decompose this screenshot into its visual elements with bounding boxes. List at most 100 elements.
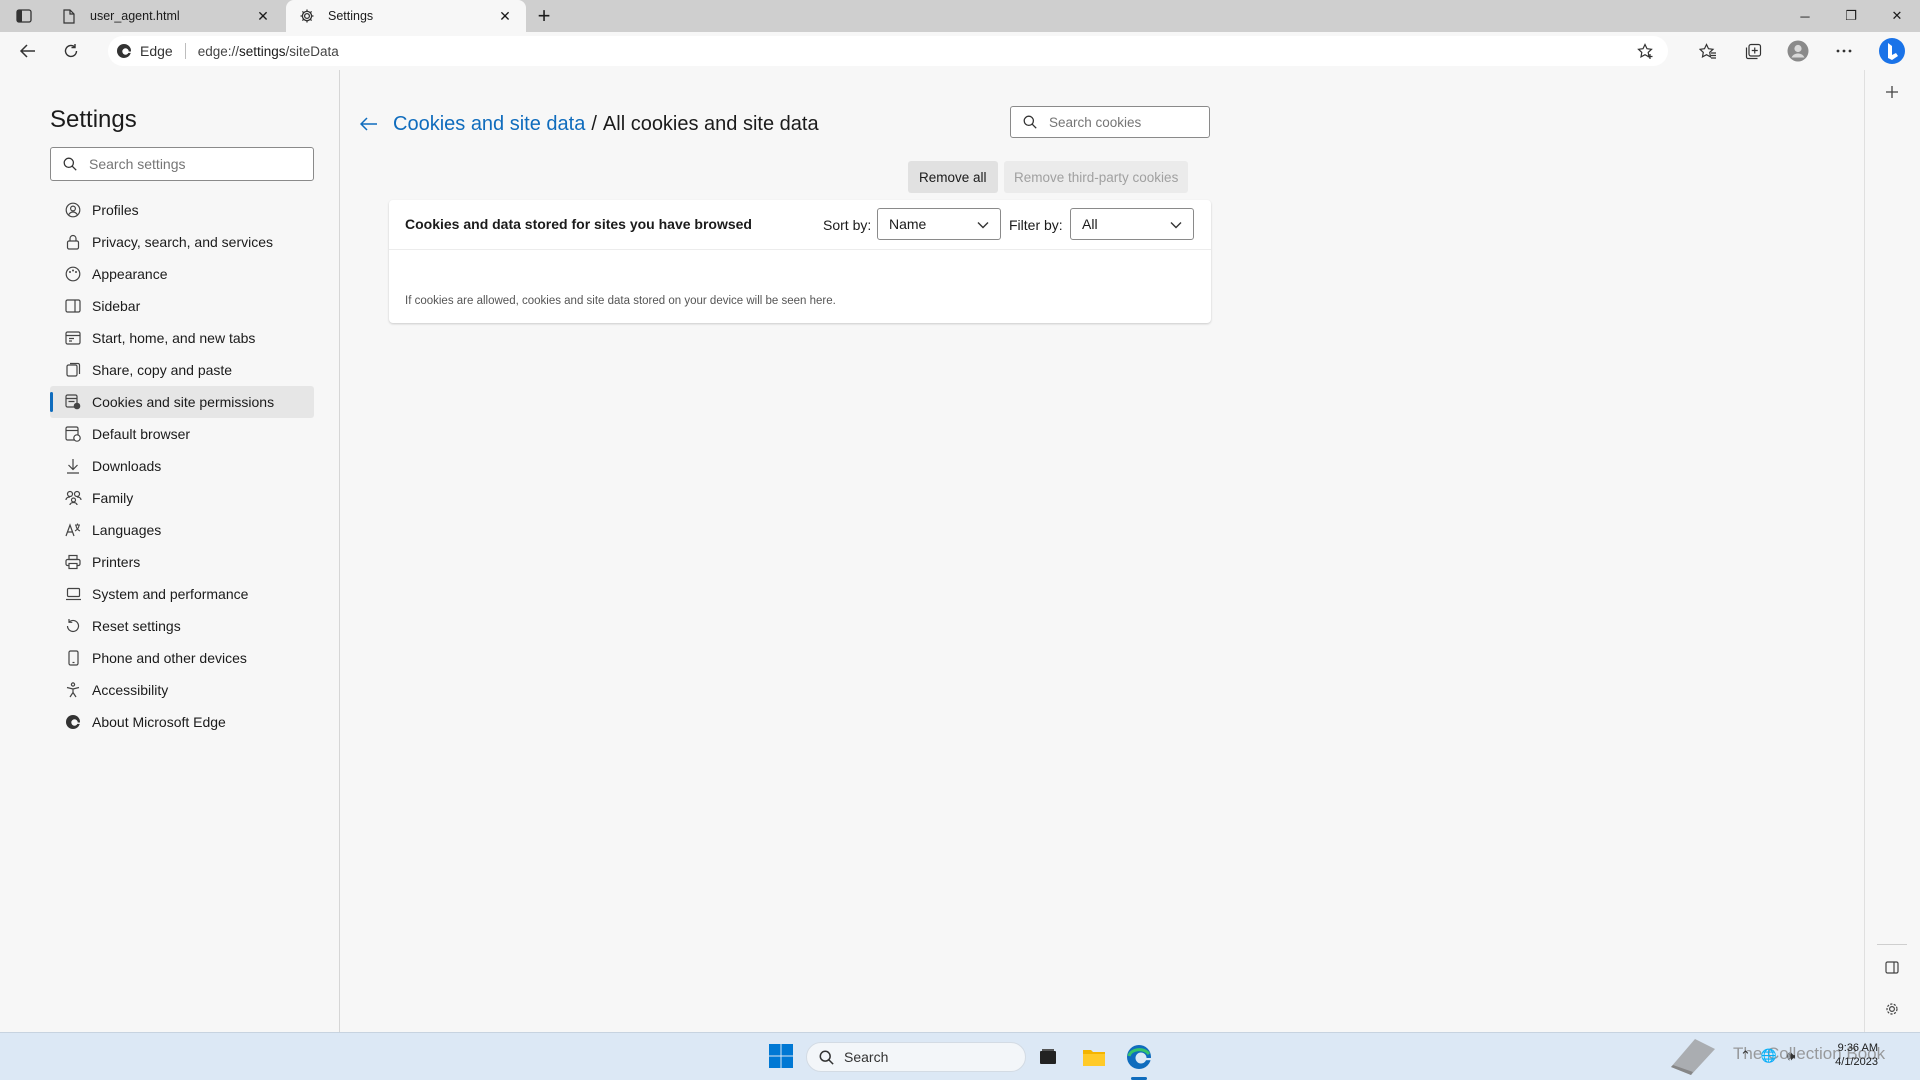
close-icon[interactable]: ✕ — [254, 7, 272, 25]
sidebar-item-start-home[interactable]: Start, home, and new tabs — [50, 322, 314, 354]
search-icon — [1023, 115, 1037, 129]
bing-chat-icon[interactable] — [1874, 36, 1910, 66]
breadcrumb-separator: / — [591, 112, 597, 135]
sidebar-divider — [1877, 944, 1907, 945]
restore-icon[interactable]: ❐ — [1828, 0, 1874, 32]
hide-sidebar-icon[interactable] — [1877, 952, 1907, 982]
sort-label: Sort by: — [823, 217, 872, 233]
sidebar-item-phone[interactable]: Phone and other devices — [50, 642, 314, 674]
refresh-icon[interactable] — [56, 37, 86, 65]
sort-dropdown[interactable]: Name — [877, 208, 1001, 240]
network-icon[interactable]: 🌐 — [1761, 1048, 1777, 1064]
cookies-card: Cookies and data stored for sites you ha… — [389, 200, 1211, 323]
sidebar-item-privacy[interactable]: Privacy, search, and services — [50, 226, 314, 258]
sort-value: Name — [889, 216, 927, 232]
volume-icon[interactable]: 🕪 — [1787, 1048, 1795, 1064]
chevron-up-icon[interactable]: ⌃ — [1740, 1048, 1751, 1064]
chevron-down-icon — [1170, 222, 1182, 229]
sidebar-item-family[interactable]: Family — [50, 482, 314, 514]
sidebar-item-label: Phone and other devices — [92, 650, 247, 666]
sidebar-item-reset[interactable]: Reset settings — [50, 610, 314, 642]
sidebar-item-cookies[interactable]: Cookies and site permissions — [50, 386, 314, 418]
taskbar-clock[interactable]: 9:36 AM 4/1/2023 — [1826, 1041, 1878, 1069]
sidebar-item-appearance[interactable]: Appearance — [50, 258, 314, 290]
sidebar-item-languages[interactable]: Languages — [50, 514, 314, 546]
sidebar-item-label: Privacy, search, and services — [92, 234, 274, 250]
sidebar-item-accessibility[interactable]: Accessibility — [50, 674, 314, 706]
back-icon[interactable] — [13, 37, 43, 65]
settings-nav-list: Profiles Privacy, search, and services A… — [50, 194, 314, 738]
new-tab-button[interactable]: + — [530, 3, 558, 28]
taskbar: Search — [0, 1032, 1920, 1080]
sidebar-item-about[interactable]: About Microsoft Edge — [50, 706, 314, 738]
filter-dropdown[interactable]: All — [1070, 208, 1194, 240]
minimize-icon[interactable]: ─ — [1782, 0, 1828, 32]
site-info[interactable]: Edge — [108, 43, 173, 59]
remove-all-button[interactable]: Remove all — [908, 161, 998, 193]
cookie-search-box[interactable] — [1010, 106, 1210, 138]
sidebar-item-share[interactable]: Share, copy and paste — [50, 354, 314, 386]
tab-actions-icon[interactable] — [10, 6, 38, 26]
file-explorer-icon[interactable] — [1079, 1042, 1109, 1072]
sidebar-item-printers[interactable]: Printers — [50, 546, 314, 578]
phone-icon — [64, 649, 82, 667]
search-icon — [819, 1050, 834, 1065]
breadcrumb-parent-link[interactable]: Cookies and site data — [393, 113, 585, 136]
address-bar[interactable]: Edge edge://settings/siteData — [108, 36, 1668, 66]
windows-start-icon[interactable] — [768, 1043, 796, 1071]
browser-toolbar: Edge edge://settings/siteData — [0, 32, 1920, 70]
cookie-search-input[interactable] — [1049, 114, 1199, 130]
file-icon — [60, 7, 78, 25]
close-icon[interactable]: ✕ — [496, 7, 514, 25]
sidebar-settings-icon[interactable] — [1877, 994, 1907, 1024]
browser-icon — [64, 425, 82, 443]
share-icon — [64, 361, 82, 379]
family-icon — [64, 489, 82, 507]
add-icon[interactable] — [1877, 77, 1907, 107]
empty-state-message: If cookies are allowed, cookies and site… — [405, 295, 836, 307]
tab-title: user_agent.html — [90, 9, 180, 23]
sidebar-item-label: Profiles — [92, 202, 139, 218]
edge-taskbar-icon[interactable] — [1124, 1042, 1154, 1072]
profile-avatar-icon[interactable] — [1783, 37, 1813, 65]
card-header: Cookies and data stored for sites you ha… — [389, 200, 1211, 250]
taskbar-search[interactable]: Search — [806, 1042, 1026, 1072]
task-view-icon[interactable] — [1033, 1042, 1063, 1072]
breadcrumb: Cookies and site data / All cookies and … — [357, 112, 819, 136]
back-arrow-icon[interactable] — [357, 112, 381, 136]
sidebar-item-label: Accessibility — [92, 682, 169, 698]
sidebar-item-default-browser[interactable]: Default browser — [50, 418, 314, 450]
remove-third-party-button[interactable]: Remove third-party cookies — [1004, 161, 1189, 193]
lock-icon — [64, 233, 82, 251]
sidebar-item-label: Downloads — [92, 458, 162, 474]
sidebar-item-label: Family — [92, 490, 134, 506]
card-title: Cookies and data stored for sites you ha… — [405, 216, 752, 232]
tab-user-agent[interactable]: user_agent.html ✕ — [48, 0, 284, 32]
close-window-icon[interactable]: ✕ — [1874, 0, 1920, 32]
sidebar-item-profiles[interactable]: Profiles — [50, 194, 314, 226]
search-icon — [63, 157, 77, 171]
edge-sidebar-panel — [1864, 70, 1920, 1032]
profile-icon — [64, 201, 82, 219]
tab-strip: user_agent.html ✕ Settings ✕ + ─ ❐ ✕ — [0, 0, 1920, 32]
favorites-icon[interactable] — [1693, 37, 1723, 65]
language-icon — [64, 521, 82, 539]
more-options-icon[interactable] — [1829, 37, 1859, 65]
sidebar-item-system[interactable]: System and performance — [50, 578, 314, 610]
sidebar-item-downloads[interactable]: Downloads — [50, 450, 314, 482]
home-icon — [64, 329, 82, 347]
url-text: edge://settings/siteData — [197, 43, 339, 59]
sidebar-item-sidebar[interactable]: Sidebar — [50, 290, 314, 322]
tab-settings[interactable]: Settings ✕ — [286, 0, 526, 32]
appearance-icon — [64, 265, 82, 283]
settings-search-input[interactable] — [89, 156, 289, 172]
add-favorite-icon[interactable] — [1634, 40, 1658, 62]
site-label: Edge — [140, 43, 173, 59]
collections-icon[interactable] — [1738, 37, 1768, 65]
reset-icon — [64, 617, 82, 635]
settings-sidebar: Settings Profiles Privacy, search, and s… — [0, 70, 340, 1032]
page-title: All cookies and site data — [602, 112, 819, 135]
chevron-down-icon — [977, 222, 989, 229]
settings-search-box[interactable] — [50, 147, 314, 181]
sidebar-item-label: Printers — [92, 554, 141, 570]
